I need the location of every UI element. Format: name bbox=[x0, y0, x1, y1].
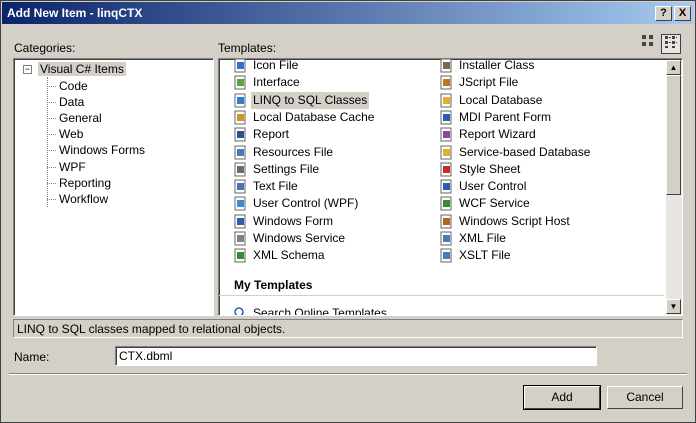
tree-item-web[interactable]: Web bbox=[57, 126, 85, 142]
template-item-label: LINQ to SQL Classes bbox=[251, 91, 370, 109]
tree-item-code[interactable]: Code bbox=[57, 78, 90, 94]
report-icon bbox=[234, 127, 246, 142]
windows-form-icon bbox=[234, 214, 246, 229]
xml-file-icon bbox=[440, 231, 452, 246]
small-icons-icon bbox=[665, 36, 677, 48]
tree-item-general[interactable]: General bbox=[57, 110, 104, 126]
settings-file-icon bbox=[234, 162, 246, 177]
search-online-icon bbox=[234, 307, 244, 315]
scroll-up-button[interactable]: ▲ bbox=[666, 60, 681, 75]
template-item-label: Text File bbox=[253, 179, 298, 194]
tree-item-data[interactable]: Data bbox=[57, 94, 86, 110]
template-item-label: WCF Service bbox=[459, 196, 530, 211]
my-templates-heading: My Templates bbox=[234, 278, 313, 292]
local-database-icon bbox=[440, 93, 452, 108]
template-item-label: Report bbox=[253, 127, 290, 142]
add-new-item-dialog: Add New Item - linqCTX ? X Categories: T… bbox=[0, 0, 696, 423]
template-item-label: Windows Form bbox=[253, 213, 334, 228]
user-control-icon bbox=[440, 179, 452, 194]
tree-item-workflow[interactable]: Workflow bbox=[57, 191, 110, 207]
help-button[interactable]: ? bbox=[655, 6, 672, 21]
template-item-label: Icon File bbox=[253, 58, 299, 72]
template-item-label: User Control (WPF) bbox=[253, 196, 359, 211]
tree-item-label: Visual C# Items bbox=[38, 62, 126, 76]
script-host-icon bbox=[440, 214, 452, 229]
categories-label: Categories: bbox=[14, 41, 76, 55]
tree-item-reporting[interactable]: Reporting bbox=[57, 175, 113, 191]
service-database-icon bbox=[440, 145, 452, 159]
template-item-label: MDI Parent Form bbox=[459, 109, 552, 124]
icon-file-icon bbox=[234, 59, 246, 73]
text-file-icon bbox=[234, 179, 246, 194]
separator bbox=[9, 373, 687, 375]
template-item-label: Local Database Cache bbox=[253, 109, 375, 124]
my-templates-divider bbox=[219, 295, 664, 296]
interface-icon bbox=[234, 75, 246, 90]
add-button[interactable]: Add bbox=[523, 385, 601, 410]
large-icons-view-button[interactable] bbox=[638, 34, 658, 54]
template-item-label: XML Schema bbox=[253, 248, 325, 263]
tree-item-wpf[interactable]: WPF bbox=[57, 159, 88, 175]
scroll-thumb[interactable] bbox=[666, 75, 681, 195]
cancel-button[interactable]: Cancel bbox=[607, 386, 683, 409]
jscript-file-icon bbox=[440, 75, 452, 90]
linq-to-sql-icon bbox=[234, 93, 246, 108]
wpf-control-icon bbox=[234, 196, 246, 211]
template-item-label: Report Wizard bbox=[459, 127, 536, 142]
template-item-label: Interface bbox=[253, 75, 300, 90]
categories-tree[interactable]: − Visual C# Items Code Data General Web … bbox=[13, 58, 214, 316]
template-item-label: JScript File bbox=[459, 75, 519, 90]
large-icons-icon bbox=[642, 35, 653, 46]
title-bar[interactable]: Add New Item - linqCTX ? X bbox=[2, 2, 694, 24]
templates-list[interactable]: Icon File Interface LINQ to SQL Classes Loc… bbox=[218, 58, 683, 316]
installer-class-icon bbox=[440, 59, 452, 73]
small-icons-view-button[interactable] bbox=[661, 34, 681, 54]
windows-service-icon bbox=[234, 231, 246, 246]
template-item-label: Service-based Database bbox=[459, 144, 591, 159]
name-input[interactable] bbox=[115, 346, 597, 366]
database-cache-icon bbox=[234, 110, 246, 125]
report-wizard-icon bbox=[440, 127, 452, 142]
template-item-label: Windows Service bbox=[253, 231, 346, 245]
template-item-label: XML File bbox=[459, 231, 506, 245]
name-label: Name: bbox=[14, 350, 50, 364]
template-item-label: Style Sheet bbox=[459, 161, 521, 176]
template-item-label: Resources File bbox=[253, 144, 334, 159]
template-item-label: Settings File bbox=[253, 161, 320, 176]
templates-scrollbar[interactable]: ▲ ▼ bbox=[666, 60, 682, 315]
templates-label: Templates: bbox=[218, 41, 277, 55]
template-item-label: Windows Script Host bbox=[459, 213, 570, 228]
scroll-down-button[interactable]: ▼ bbox=[666, 299, 681, 314]
template-item-label: XSLT File bbox=[459, 248, 511, 263]
template-item-label: User Control bbox=[459, 179, 527, 194]
description-bar: LINQ to SQL classes mapped to relational… bbox=[13, 319, 683, 338]
mdi-form-icon bbox=[440, 110, 452, 125]
xslt-file-icon bbox=[440, 248, 452, 263]
wcf-service-icon bbox=[440, 196, 452, 211]
template-item-label: Installer Class bbox=[459, 58, 535, 72]
description-text: LINQ to SQL classes mapped to relational… bbox=[17, 322, 286, 336]
close-button[interactable]: X bbox=[674, 6, 691, 21]
tree-item-windows-forms[interactable]: Windows Forms bbox=[57, 142, 147, 158]
xml-schema-icon bbox=[234, 248, 246, 263]
style-sheet-icon bbox=[440, 162, 452, 177]
resources-file-icon bbox=[234, 145, 246, 159]
template-item-label: Local Database bbox=[459, 92, 543, 107]
collapse-icon[interactable]: − bbox=[23, 65, 32, 74]
window-title: Add New Item - linqCTX bbox=[7, 6, 143, 20]
tree-item-visual-csharp-items[interactable]: Visual C# Items bbox=[38, 61, 126, 77]
